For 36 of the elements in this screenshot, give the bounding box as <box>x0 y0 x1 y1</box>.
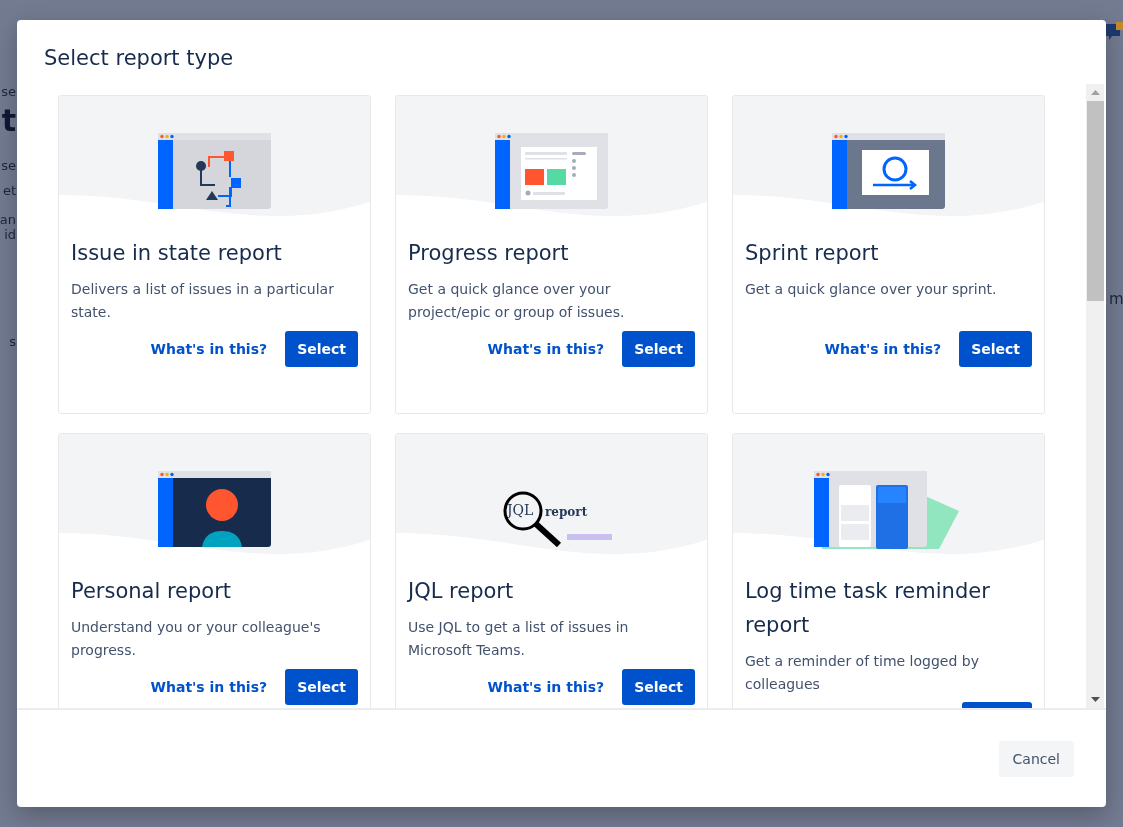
whats-in-this-link[interactable]: What's in this? <box>150 341 268 357</box>
background-text: id <box>3 227 16 242</box>
select-button[interactable]: Select <box>622 331 695 367</box>
scroll-up-icon[interactable] <box>1090 90 1100 95</box>
scrollbar-thumb[interactable] <box>1086 101 1104 301</box>
select-button[interactable]: Select <box>959 331 1032 367</box>
dialog-title: Select report type <box>43 45 235 72</box>
card-description: Use JQL to get a list of issues in Microsoft Teams. <box>408 618 630 660</box>
background-text: t <box>0 103 16 138</box>
whats-in-this-link[interactable]: What's in this? <box>487 679 605 695</box>
whats-in-this-link[interactable]: What's in this? <box>824 341 942 357</box>
background-text: m <box>1109 290 1123 308</box>
card-description: Get a reminder of time logged by colleagues <box>745 652 980 694</box>
card-description: Get a quick glance over your sprint. <box>745 280 998 299</box>
whats-in-this-link[interactable]: What's in this? <box>150 679 268 695</box>
card-title: Log time task reminder report <box>745 578 991 639</box>
scroll-down-icon[interactable] <box>1090 697 1100 702</box>
select-button[interactable]: Select <box>285 669 358 705</box>
background-text: s <box>8 334 16 349</box>
card-title: JQL report <box>408 578 515 605</box>
cancel-button[interactable]: Cancel <box>998 740 1074 777</box>
background-text: an <box>0 212 16 227</box>
select-button[interactable]: Select <box>285 331 358 367</box>
magnifier-illustration: JQL report <box>486 471 617 547</box>
background-text: se <box>0 158 16 173</box>
card-title: Personal report <box>71 578 233 605</box>
select-button[interactable]: Select <box>622 669 695 705</box>
card-description: Get a quick glance over your project/epic or group of issues. <box>408 280 626 322</box>
card-description: Delivers a list of issues in a particular state. <box>71 280 335 322</box>
card-title: Sprint report <box>745 240 880 267</box>
whats-in-this-link[interactable]: What's in this? <box>487 341 605 357</box>
card-title: Progress report <box>408 240 570 267</box>
card-description: Understand you or your colleague's progress. <box>71 618 322 660</box>
background-text: et <box>1 183 16 198</box>
background-text: se <box>0 84 16 99</box>
card-title: Issue in state report <box>71 240 283 267</box>
